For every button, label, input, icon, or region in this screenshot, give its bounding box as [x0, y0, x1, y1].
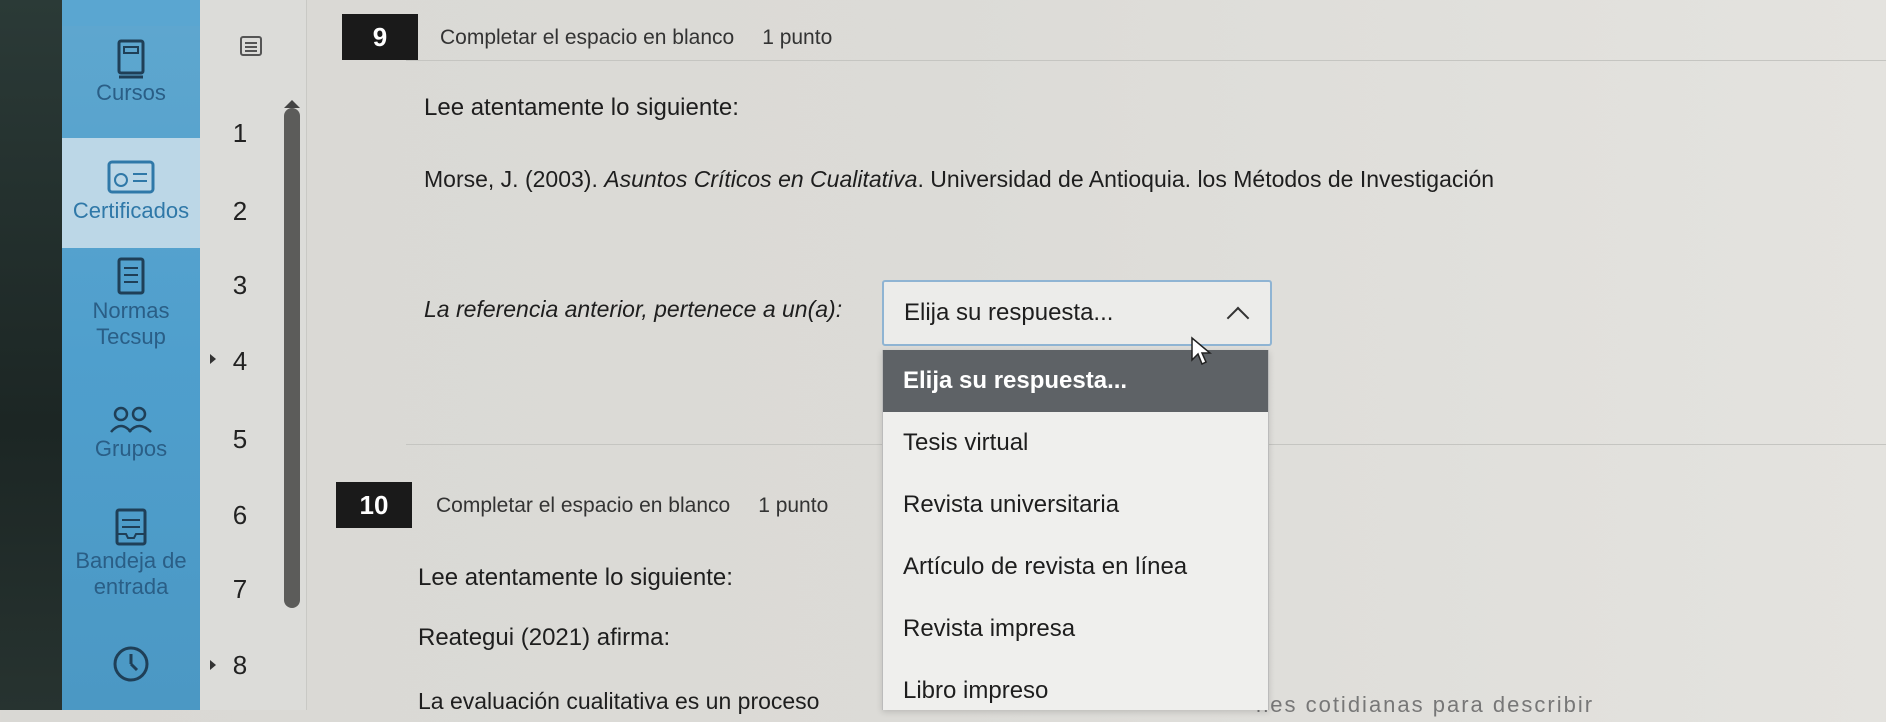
nav-item-certificados[interactable]: Certificados	[62, 138, 200, 248]
reference-author: Morse, J. (2003).	[424, 166, 605, 192]
question-list-scrollbar[interactable]	[284, 108, 300, 608]
answer-dropdown-list: Elija su respuesta... Tesis virtual Revi…	[882, 350, 1269, 710]
option-revista-impresa[interactable]: Revista impresa	[883, 598, 1268, 660]
question-number-badge: 9	[342, 14, 418, 60]
scroll-up-icon[interactable]	[284, 100, 300, 108]
answer-select-value: Elija su respuesta...	[904, 299, 1114, 326]
question-link-6[interactable]: 6	[200, 500, 280, 531]
nav-logo-strip	[62, 0, 200, 26]
document-icon	[117, 257, 145, 295]
option-libro-impreso[interactable]: Libro impreso	[883, 660, 1268, 722]
groups-icon	[110, 406, 152, 433]
question-link-5[interactable]: 5	[200, 424, 280, 455]
question-points: 1 punto	[758, 494, 829, 517]
question-link-2[interactable]: 2	[200, 196, 280, 227]
question-list-toggle-icon[interactable]	[240, 36, 262, 56]
book-icon	[117, 39, 145, 79]
clock-icon	[113, 646, 149, 682]
option-revista-universitaria[interactable]: Revista universitaria	[883, 474, 1268, 536]
nav-label-grupos: Grupos	[94, 436, 168, 461]
question-type: Completar el espacio en blanco	[436, 494, 731, 517]
option-tesis-virtual[interactable]: Tesis virtual	[883, 412, 1268, 474]
window-edge	[0, 0, 62, 710]
mouse-cursor-icon	[1191, 336, 1212, 366]
nav-label-cursos: Cursos	[96, 80, 166, 105]
question-intro: Lee atentamente lo siguiente:	[424, 94, 739, 121]
reference-publisher: . Universidad de Antioquia. los Métodos …	[917, 166, 1495, 192]
nav-item-cursos[interactable]: Cursos	[62, 38, 200, 136]
question-link-4[interactable]: 4	[200, 346, 280, 377]
chevron-up-icon	[1226, 306, 1250, 330]
nav-label-normas: Normas Tecsup	[92, 298, 170, 349]
quote-intro: Reategui (2021) afirma:	[418, 624, 671, 651]
question-points: 1 punto	[762, 26, 833, 49]
nav-item-normas[interactable]: Normas Tecsup	[62, 256, 200, 376]
certificate-icon	[107, 160, 155, 194]
question-link-7[interactable]: 7	[200, 574, 280, 605]
answer-select[interactable]: Elija su respuesta...	[882, 280, 1272, 346]
nav-item-bandeja[interactable]: Bandeja de entrada	[62, 506, 200, 626]
reference-title: Asuntos Críticos en Cualitativa	[604, 166, 918, 192]
global-nav: Cursos Certificados Normas Tecsup Grupos	[62, 0, 200, 710]
reference-text: Morse, J. (2003). Asuntos Críticos en Cu…	[424, 166, 1494, 193]
quote-text-end: nes cotidianas para describir	[1256, 692, 1595, 717]
question-prompt: La referencia anterior, pertenece a un(a…	[424, 296, 843, 322]
nav-item-grupos[interactable]: Grupos	[62, 404, 200, 484]
quote-text-start: La evaluación cualitativa es un proceso	[418, 688, 820, 714]
nav-label-bandeja: Bandeja de entrada	[75, 548, 187, 599]
quiz-content: 9 Completar el espacio en blanco 1 punto …	[306, 0, 1886, 717]
question-intro: Lee atentamente lo siguiente:	[418, 564, 733, 591]
nav-label-certificados: Certificados	[72, 198, 190, 223]
question-link-3[interactable]: 3	[200, 270, 280, 301]
question-divider	[406, 60, 1886, 61]
question-link-1[interactable]: 1	[200, 118, 280, 149]
question-link-8[interactable]: 8	[200, 650, 280, 681]
nav-item-history[interactable]	[62, 644, 200, 704]
question-type: Completar el espacio en blanco	[440, 26, 735, 49]
inbox-icon	[115, 508, 147, 546]
question-header: Completar el espacio en blanco 1 punto	[436, 494, 828, 518]
option-articulo-revista-linea[interactable]: Artículo de revista en línea	[883, 536, 1268, 598]
question-number-badge: 10	[336, 482, 412, 528]
question-header: Completar el espacio en blanco 1 punto	[440, 26, 832, 50]
